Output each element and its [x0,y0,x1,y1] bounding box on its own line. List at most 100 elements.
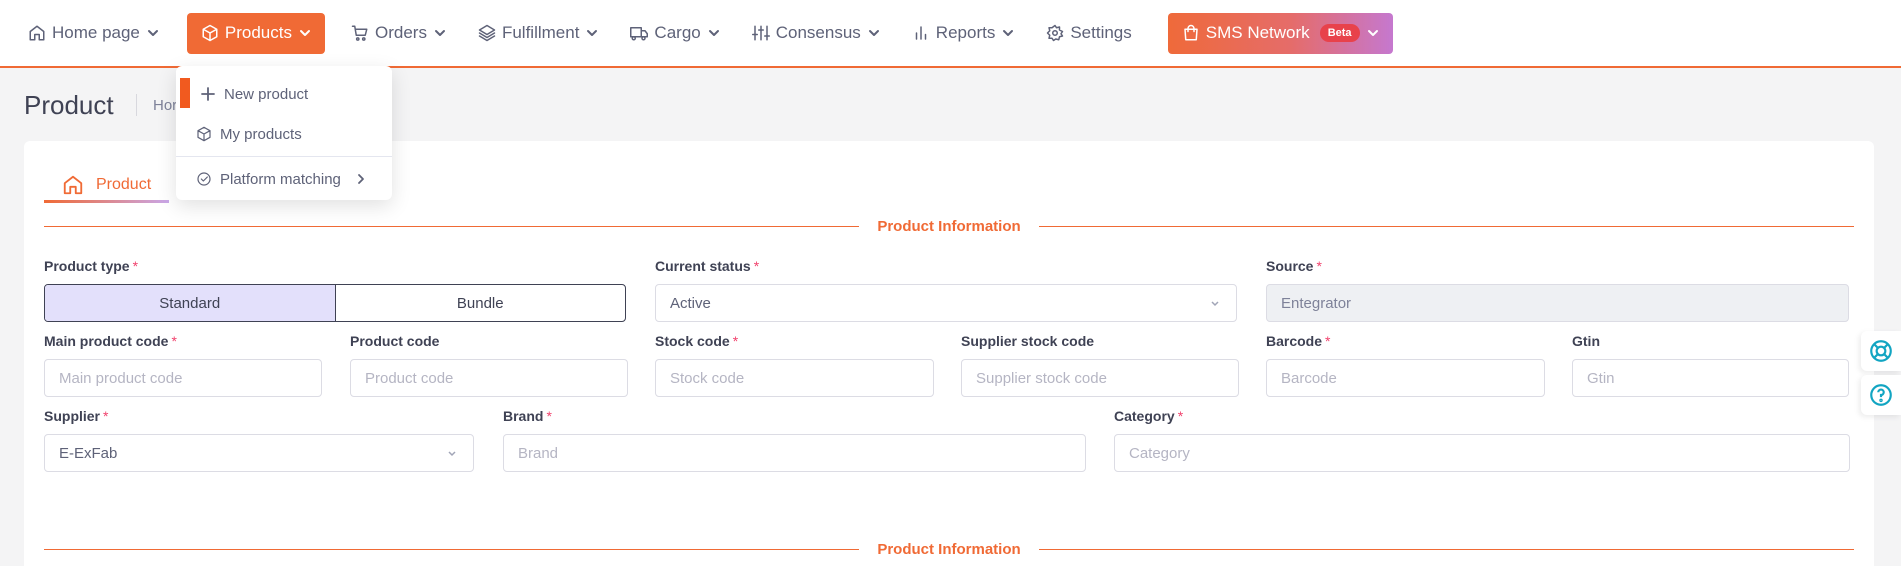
form-tabs: Product [44,169,170,203]
category-placeholder: Category [1129,444,1190,462]
source-value: Entegrator [1281,294,1352,312]
brand-label: Brand [503,408,544,424]
product-type-standard-option[interactable]: Standard [45,285,336,321]
supplier-stock-code-placeholder: Supplier stock code [976,369,1107,387]
nav-cargo[interactable]: Cargo [620,13,729,54]
chevron-down-icon [1003,30,1014,36]
product-type-label: Product type [44,258,130,274]
supplier-select[interactable]: E-ExFab [44,434,474,472]
supplier-field: Supplier * E-ExFab [44,406,474,472]
brand-field: Brand * Brand [503,406,1086,472]
required-mark: * [132,258,139,274]
barcode-input[interactable]: Barcode [1266,359,1545,397]
menu-item-platform-matching[interactable]: Platform matching [176,159,392,199]
nav-consensus[interactable]: Consensus [742,13,890,54]
brand-input[interactable]: Brand [503,434,1086,472]
gear-icon [1047,24,1064,42]
product-code-input[interactable]: Product code [350,359,628,397]
support-button[interactable] [1861,331,1901,371]
menu-item-my-products[interactable]: My products [176,114,392,154]
stock-code-placeholder: Stock code [670,369,745,387]
box-icon [202,24,218,42]
nav-home-label: Home page [52,23,140,42]
product-type-bundle-option[interactable]: Bundle [336,285,626,321]
product-code-label: Product code [350,333,440,349]
nav-cargo-label: Cargo [654,23,701,42]
chevron-right-icon [358,174,364,184]
chevron-down-icon [1367,30,1378,36]
top-navbar: Home page Products Orders Fulfillment Ca… [0,0,1901,68]
plus-icon [201,87,215,101]
gtin-label: Gtin [1572,333,1600,349]
menu-item-label: My products [220,125,302,143]
current-status-label: Current status [655,258,751,274]
chevron-down-icon [434,30,445,36]
required-mark: * [732,333,739,349]
current-status-select[interactable]: Active [655,284,1237,322]
nav-fulfillment[interactable]: Fulfillment [468,13,608,54]
page-title: Product [24,90,114,120]
nav-fulfillment-label: Fulfillment [501,23,580,42]
brand-placeholder: Brand [518,444,559,462]
truck-icon [630,27,649,41]
menu-divider [176,156,392,157]
required-mark: * [171,333,177,349]
nav-settings[interactable]: Settings [1036,13,1141,54]
stock-code-label: Stock code [655,333,730,349]
stock-code-field: Stock code * Stock code [655,331,934,397]
barcode-label: Barcode [1266,333,1323,349]
barcode-field: Barcode * Barcode [1266,331,1545,397]
gtin-placeholder: Gtin [1587,369,1615,387]
current-status-field: Current status * Active [655,256,1237,322]
barcode-placeholder: Barcode [1281,369,1337,387]
check-circle-icon [197,172,211,186]
bar-chart-icon [915,26,927,40]
chevron-down-icon [448,451,456,457]
product-code-placeholder: Product code [365,369,454,387]
source-input: Entegrator [1266,284,1849,322]
menu-item-label: Platform matching [220,170,341,188]
required-mark: * [103,408,109,424]
category-input[interactable]: Category [1114,434,1850,472]
product-code-field: Product code Product code [350,331,628,397]
supplier-stock-code-input[interactable]: Supplier stock code [961,359,1239,397]
required-mark: * [1177,408,1184,424]
home-icon [29,25,45,41]
nav-products[interactable]: Products [186,12,325,54]
main-product-code-placeholder: Main product code [59,369,183,387]
help-button[interactable] [1861,375,1901,415]
nav-reports[interactable]: Reports [902,13,1025,54]
category-field: Category * Category [1114,406,1850,472]
section-divider: Product Information [44,539,1855,559]
current-status-value: Active [670,294,711,312]
gtin-input[interactable]: Gtin [1572,359,1849,397]
breadcrumb-home[interactable]: Hor [153,97,177,114]
chevron-down-icon [299,30,310,36]
required-mark: * [1316,258,1322,274]
menu-item-new-product[interactable]: New product [176,74,392,114]
main-product-code-label: Main product code [44,333,169,349]
supplier-value: E-ExFab [59,444,118,462]
stock-code-input[interactable]: Stock code [655,359,934,397]
product-type-toggle: Standard Bundle [44,284,626,322]
nav-orders[interactable]: Orders [341,13,456,54]
nav-sms-network[interactable]: SMS Network Beta [1167,12,1393,54]
supplier-label: Supplier [44,408,101,424]
required-mark: * [1325,333,1331,349]
nav-home[interactable]: Home page [18,13,169,54]
nav-products-label: Products [224,23,292,42]
category-label: Category [1114,408,1175,424]
tab-product[interactable]: Product [44,169,170,203]
nav-orders-label: Orders [374,23,427,42]
nav-sms-network-label: SMS Network [1205,23,1310,42]
tab-product-label: Product [96,175,152,193]
required-mark: * [753,258,760,274]
product-type-field: Product type * Standard Bundle [44,256,626,322]
section-title: Product Information [877,217,1021,235]
supplier-stock-code-label: Supplier stock code [961,333,1095,349]
lifebuoy-icon [1870,340,1892,362]
sliders-icon [751,25,770,41]
chevron-down-icon [587,30,598,36]
required-mark: * [546,408,552,424]
main-product-code-input[interactable]: Main product code [44,359,322,397]
